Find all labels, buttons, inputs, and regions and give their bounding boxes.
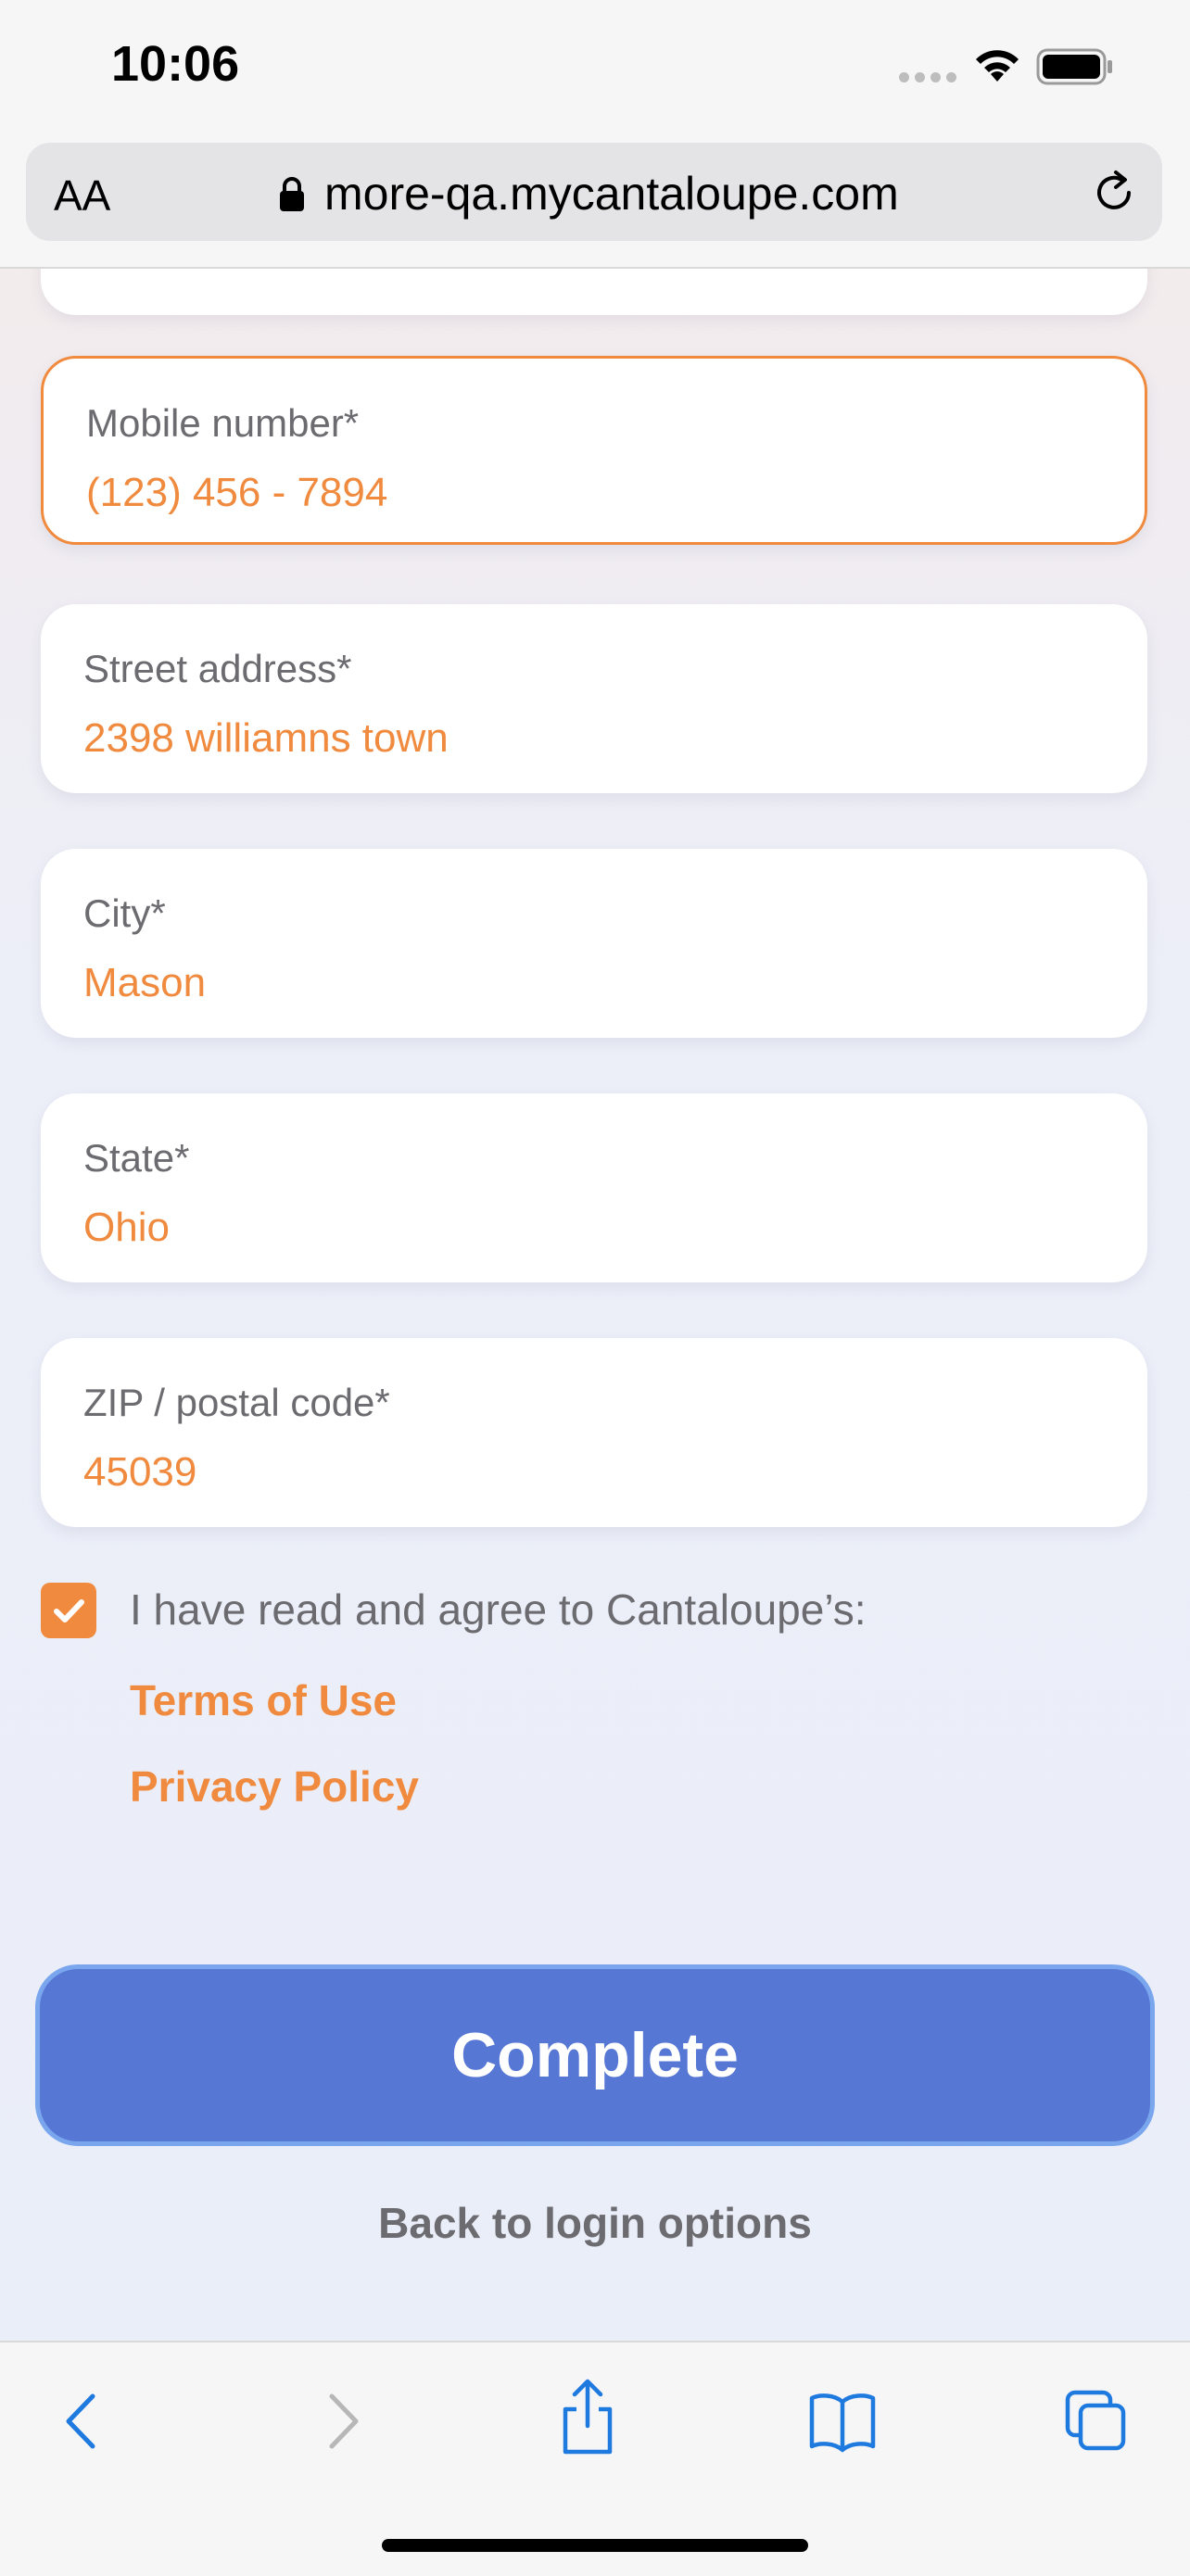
battery-icon	[1036, 48, 1112, 85]
bookmarks-icon[interactable]	[808, 2389, 877, 2454]
previous-field-card[interactable]	[41, 269, 1147, 315]
state-field[interactable]: State* Ohio	[41, 1093, 1147, 1282]
field-label: ZIP / postal code*	[83, 1381, 390, 1424]
field-value[interactable]: 2398 williamns town	[83, 715, 449, 762]
url-text[interactable]: more-qa.mycantaloupe.com	[324, 167, 899, 221]
cellular-signal-icon	[899, 72, 956, 82]
mobile-number-field[interactable]: Mobile number* (123) 456 - 7894	[41, 356, 1147, 545]
street-address-field[interactable]: Street address* 2398 williamns town	[41, 604, 1147, 793]
status-bar: 10:06	[0, 0, 1190, 139]
browser-toolbar	[0, 2341, 1190, 2576]
back-to-login-link[interactable]: Back to login options	[0, 2198, 1190, 2248]
forward-icon[interactable]	[315, 2389, 367, 2454]
agreement-text: I have read and agree to Cantaloupe’s:	[130, 1585, 867, 1634]
registration-form: Mobile number* (123) 456 - 7894 Street a…	[0, 269, 1190, 2340]
privacy-policy-link[interactable]: Privacy Policy	[130, 1762, 419, 1812]
back-icon[interactable]	[57, 2389, 109, 2454]
field-label: Mobile number*	[86, 401, 360, 445]
zip-code-field[interactable]: ZIP / postal code* 45039	[41, 1338, 1147, 1527]
browser-address-area: AA more-qa.mycantaloupe.com	[0, 139, 1190, 269]
field-value[interactable]: 45039	[83, 1449, 196, 1496]
tabs-icon[interactable]	[1064, 2389, 1129, 2454]
address-bar[interactable]: AA more-qa.mycantaloupe.com	[26, 143, 1162, 241]
agreement-checkbox[interactable]	[41, 1583, 96, 1638]
field-label: Street address*	[83, 647, 352, 690]
field-value[interactable]: Mason	[83, 960, 206, 1006]
home-indicator[interactable]	[382, 2539, 808, 2552]
status-time: 10:06	[111, 36, 240, 92]
complete-button[interactable]: Complete	[35, 1964, 1155, 2146]
wifi-icon	[976, 50, 1019, 82]
share-icon[interactable]	[558, 2378, 617, 2456]
field-value[interactable]: Ohio	[83, 1205, 170, 1251]
city-field[interactable]: City* Mason	[41, 849, 1147, 1038]
terms-of-use-link[interactable]: Terms of Use	[130, 1675, 397, 1725]
reload-icon[interactable]	[1090, 169, 1138, 217]
lock-icon	[280, 177, 304, 211]
checkmark-icon	[54, 1599, 84, 1623]
field-value[interactable]: (123) 456 - 7894	[86, 470, 387, 516]
text-size-button[interactable]: AA	[54, 170, 110, 221]
field-label: City*	[83, 891, 166, 935]
field-label: State*	[83, 1136, 190, 1180]
